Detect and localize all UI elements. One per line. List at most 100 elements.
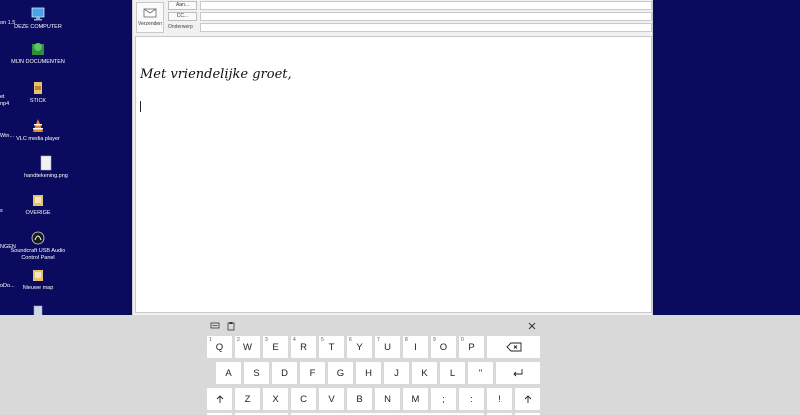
text-caret [140, 101, 141, 112]
desktop-icon-vlc[interactable]: VLC media player [8, 118, 68, 143]
key-number-hint: 0 [461, 337, 464, 343]
key-exclamation[interactable]: ! [487, 388, 512, 410]
key-number-hint: 3 [265, 337, 268, 343]
key-number-hint: 9 [433, 337, 436, 343]
key-v[interactable]: V [319, 388, 344, 410]
key-enter[interactable] [496, 362, 540, 384]
key-label: I [414, 341, 417, 353]
key-m[interactable]: M [403, 388, 428, 410]
send-button[interactable]: Verzenden [136, 2, 164, 33]
message-body[interactable]: Met vriendelijke groet, [135, 36, 652, 313]
key-number-hint: 8 [405, 337, 408, 343]
key-g[interactable]: G [328, 362, 353, 384]
soundcraft-icon [31, 231, 45, 245]
key-n[interactable]: N [375, 388, 400, 410]
key-label: U [384, 341, 391, 353]
key-semicolon[interactable]: ; [431, 388, 456, 410]
to-field[interactable] [200, 1, 652, 10]
documents-icon [32, 43, 44, 55]
desktop-icon-label: Nieuwe map [22, 285, 54, 291]
computer-icon [31, 7, 45, 21]
key-quote[interactable]: " [468, 362, 493, 384]
image-file-icon [40, 155, 52, 171]
key-p[interactable]: 0P [459, 336, 484, 358]
mail-compose-window: Verzenden Aan... CC... Onderwerp Met vri… [132, 0, 653, 315]
key-h[interactable]: H [356, 362, 381, 384]
desktop-icon-stick[interactable]: STICK [8, 80, 68, 105]
key-number-hint: 2 [237, 337, 240, 343]
desktop-icon-label: STICK [29, 98, 47, 104]
key-a[interactable]: A [216, 362, 241, 384]
key-shift-right[interactable] [515, 388, 540, 410]
keyboard-settings-icon[interactable] [210, 321, 220, 331]
key-w[interactable]: 2W [235, 336, 260, 358]
key-colon[interactable]: : [459, 388, 484, 410]
desktop: on 1.5 et np4 Win... s NGEN oDo... DEZE … [0, 0, 132, 318]
to-button[interactable]: Aan... [168, 1, 197, 10]
clipped-desktop-label: et [0, 94, 5, 100]
key-d[interactable]: D [272, 362, 297, 384]
key-q[interactable]: 1Q [207, 336, 232, 358]
key-u[interactable]: 7U [375, 336, 400, 358]
subject-field[interactable] [200, 23, 652, 32]
send-label: Verzenden [138, 21, 162, 27]
clipped-desktop-label: s [0, 208, 3, 214]
key-number-hint: 6 [349, 337, 352, 343]
desktop-icon-label: OVERIGE [25, 210, 51, 216]
desktop-icon-label: Soundcraft USB Audio Control Panel [10, 248, 66, 261]
desktop-icon-overige[interactable]: OVERIGE [8, 192, 68, 217]
vlc-icon [33, 119, 43, 132]
key-number-hint: 1 [209, 337, 212, 343]
cc-button[interactable]: CC... [168, 12, 197, 21]
key-b[interactable]: B [347, 388, 372, 410]
key-shift-left[interactable] [207, 388, 232, 410]
desktop-icon-documents[interactable]: MIJN DOCUMENTEN [8, 41, 68, 66]
key-label: T [328, 341, 335, 353]
touch-keyboard: 1Q 2W 3E 4R 5T 6Y 7U 8I 9O 0P A S D F G … [0, 315, 800, 415]
key-backspace[interactable] [487, 336, 540, 358]
key-o[interactable]: 9O [431, 336, 456, 358]
folder-icon [33, 195, 43, 206]
key-c[interactable]: C [291, 388, 316, 410]
cc-field[interactable] [200, 12, 652, 21]
desktop-icon-label: handtekening.png [24, 173, 68, 179]
shift-arrow-up-icon [524, 395, 531, 403]
desktop-icon-handtekening[interactable]: handtekening.png [16, 155, 76, 180]
key-label: P [468, 341, 475, 353]
desktop-icon-label: MIJN DOCUMENTEN [11, 59, 65, 65]
key-j[interactable]: J [384, 362, 409, 384]
key-z[interactable]: Z [235, 388, 260, 410]
clipboard-icon[interactable] [226, 321, 236, 331]
subject-label: Onderwerp [168, 24, 193, 30]
folder-icon [33, 270, 43, 281]
key-label: W [243, 341, 252, 353]
enter-icon [513, 369, 523, 377]
usb-drive-icon [34, 82, 42, 94]
key-s[interactable]: S [244, 362, 269, 384]
key-l[interactable]: L [440, 362, 465, 384]
key-number-hint: 5 [321, 337, 324, 343]
signature-text: Met vriendelijke groet, [140, 67, 292, 82]
key-y[interactable]: 6Y [347, 336, 372, 358]
close-icon[interactable] [527, 321, 537, 331]
key-number-hint: 4 [293, 337, 296, 343]
key-label: Q [215, 341, 224, 353]
key-label: Y [356, 341, 363, 353]
desktop-icon-label: VLC media player [16, 136, 60, 142]
key-k[interactable]: K [412, 362, 437, 384]
key-t[interactable]: 5T [319, 336, 344, 358]
desktop-icon-label: DEZE COMPUTER [14, 24, 62, 30]
key-label: O [439, 341, 448, 353]
key-label: R [300, 341, 307, 353]
key-r[interactable]: 4R [291, 336, 316, 358]
key-label: E [272, 341, 279, 353]
key-x[interactable]: X [263, 388, 288, 410]
shift-arrow-up-icon [216, 395, 223, 403]
key-number-hint: 7 [377, 337, 380, 343]
desktop-icon-this-pc[interactable]: DEZE COMPUTER [8, 6, 68, 31]
desktop-icon-soundcraft[interactable]: Soundcraft USB Audio Control Panel [8, 230, 68, 261]
key-i[interactable]: 8I [403, 336, 428, 358]
key-f[interactable]: F [300, 362, 325, 384]
key-e[interactable]: 3E [263, 336, 288, 358]
desktop-icon-nieuwe-map[interactable]: Nieuwe map [8, 267, 68, 292]
